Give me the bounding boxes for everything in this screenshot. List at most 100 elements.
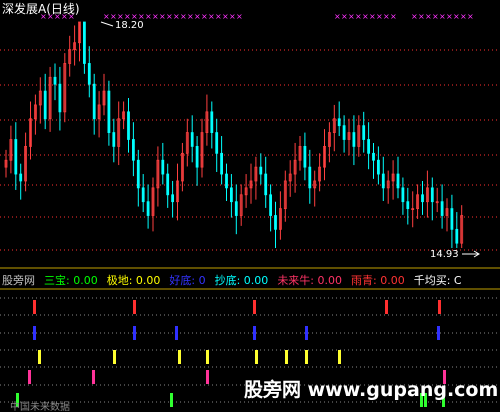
top-marker: × (418, 12, 425, 21)
candle-body (53, 76, 57, 85)
signal-bar (385, 300, 388, 314)
indicator-item: 好底: 0 (169, 274, 206, 287)
indicator-item: 极地: 0.00 (106, 274, 161, 287)
top-marker: × (432, 12, 439, 21)
candle-body (127, 111, 130, 140)
candle-body (362, 125, 366, 140)
watermark-caption: 中国未来数据 (10, 402, 70, 412)
candle-body (161, 159, 165, 175)
top-marker: × (166, 12, 173, 21)
signal-bar (38, 350, 41, 364)
candle-body (229, 187, 233, 203)
top-marker: × (390, 12, 397, 21)
top-marker: × (180, 12, 187, 21)
candle-body (308, 166, 312, 189)
candle-body (372, 152, 375, 161)
candle-body (141, 187, 145, 203)
candle-body (195, 146, 199, 168)
candle-body (342, 125, 346, 140)
candle-body (337, 118, 341, 127)
top-marker: × (341, 12, 348, 21)
signal-bar (253, 300, 256, 314)
indicator-item: 千均买: C (413, 274, 462, 287)
candle-body (92, 83, 96, 120)
candle-body (220, 152, 224, 175)
indicator-item: 雨青: 0.00 (351, 274, 405, 287)
signal-bar (305, 350, 308, 364)
top-marker: × (369, 12, 376, 21)
top-marker: × (215, 12, 222, 21)
signal-bar (206, 370, 209, 384)
candle-body (455, 228, 459, 244)
top-marker: × (334, 12, 341, 21)
top-marker: × (425, 12, 432, 21)
high-price-label: 18.20 (115, 20, 144, 31)
candle-body (131, 139, 135, 161)
candle-body (43, 90, 47, 120)
top-marker: × (355, 12, 362, 21)
candle-body (367, 139, 371, 154)
top-marker: × (222, 12, 229, 21)
signal-bar (206, 350, 209, 364)
candle-body (87, 63, 91, 85)
low-price-label: 14.93 (430, 249, 459, 260)
signal-bar (338, 350, 341, 364)
top-marker: × (159, 12, 166, 21)
candle-body (112, 132, 116, 147)
top-marker: × (152, 12, 159, 21)
candle-body (146, 201, 150, 216)
candle-body (376, 159, 380, 175)
candle-body (381, 173, 385, 189)
signal-bar (175, 326, 178, 340)
candle-body (259, 166, 263, 175)
top-marker: × (201, 12, 208, 21)
top-marker: × (103, 12, 110, 21)
candle-body (440, 201, 444, 216)
candle-body (225, 173, 228, 189)
candle-body (274, 215, 277, 230)
candle-body (396, 173, 400, 189)
signal-bar (253, 326, 256, 340)
signal-bar (92, 370, 95, 384)
signal-bar (113, 350, 116, 364)
candle-body (136, 159, 140, 189)
plot-area: × × × × × × × × × × × × × × × × × × × × × × × × × × × × × × × × × × × × × × × ×… (0, 12, 500, 407)
candle-body (269, 194, 273, 216)
candle-body (264, 173, 268, 196)
top-marker: × (383, 12, 390, 21)
candle-body (210, 111, 214, 133)
top-marker: × (194, 12, 201, 21)
candle-body (215, 132, 219, 154)
signal-bar (33, 300, 36, 314)
candle-body (234, 201, 238, 216)
top-marker: × (411, 12, 418, 21)
top-marker: × (173, 12, 180, 21)
signal-bar (285, 350, 288, 364)
signal-bar (255, 350, 258, 364)
indicator-item: 三宝: 0.00 (44, 274, 98, 287)
signal-bar (437, 326, 440, 340)
indicator-item: 抄底: 0.00 (214, 274, 269, 287)
chart-window: × × × × × × × × × × × × × × × × × × × × × × × × × × × × × × × × × × × × × × × ×… (0, 0, 500, 412)
candle-body (421, 194, 424, 203)
indicator-legend: 三宝: 0.00 极地: 0.00 好底: 0 抄底: 0.00 未来牛: 0.00 雨青… (44, 272, 471, 288)
top-marker: × (460, 12, 467, 21)
top-marker: × (187, 12, 194, 21)
signal-bar (28, 370, 31, 384)
top-marker: × (453, 12, 460, 21)
candle-body (58, 83, 62, 113)
high-pointer (100, 21, 114, 27)
indicator-name[interactable]: 股旁网 (2, 272, 35, 288)
candle-body (401, 187, 405, 203)
signal-bar (305, 326, 308, 340)
candle-body (171, 194, 175, 203)
candle-body (83, 21, 86, 64)
top-marker: × (229, 12, 236, 21)
signal-bar (33, 326, 36, 340)
candle-body (406, 201, 410, 210)
top-marker: × (236, 12, 243, 21)
signal-bar (170, 393, 173, 407)
top-marker: × (362, 12, 369, 21)
candle-body (430, 187, 434, 203)
top-marker: × (145, 12, 152, 21)
